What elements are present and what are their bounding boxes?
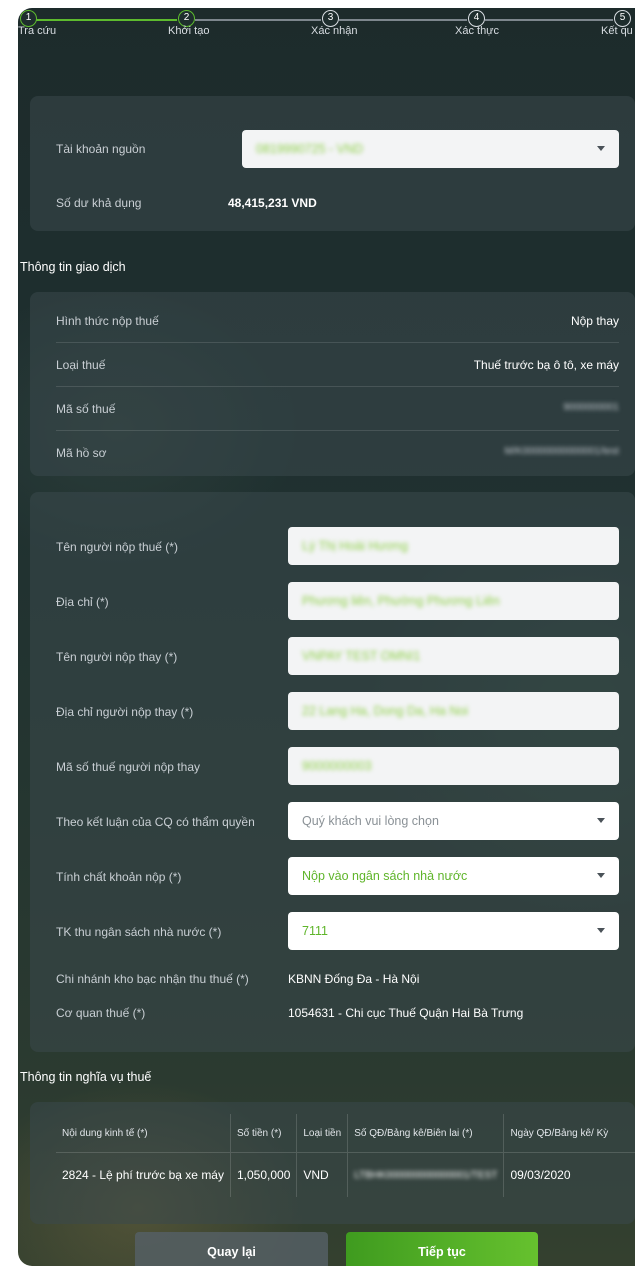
treasury-label: Chi nhánh kho bạc nhận thu thuế (*) — [56, 972, 249, 986]
cell-currency: VND — [296, 1152, 349, 1197]
transaction-card: Hình thức nộp thuế Nộp thay Loại thuế Th… — [30, 292, 635, 476]
balance-value: 48,415,231 VND — [228, 196, 317, 210]
nature-value: Nộp vào ngân sách nhà nước — [302, 869, 468, 883]
cell-decision-no: LTBHK000000000000001/TEST — [347, 1152, 505, 1197]
budget-label: TK thu ngân sách nhà nước (*) — [56, 925, 222, 939]
payer-address-value: 22 Lang Ha, Dong Da, Ha Noi — [302, 704, 469, 718]
conclusion-label: Theo kết luận của CQ có thẩm quyền — [56, 815, 255, 829]
step-5-label: Kết qu — [601, 25, 633, 37]
tax-office-value: 1054631 - Chi cục Thuế Quận Hai Bà Trưng — [288, 1006, 524, 1020]
payer-address-input[interactable]: 22 Lang Ha, Dong Da, Ha Noi — [288, 692, 619, 730]
tax-type-value: Thuế trước bạ ô tô, xe máy — [473, 358, 619, 372]
taxpayer-name-label: Tên người nộp thuế (*) — [56, 540, 178, 554]
conclusion-placeholder: Quý khách vui lòng chọn — [302, 814, 439, 828]
payer-name-label: Tên người nộp thay (*) — [56, 650, 178, 664]
step-connector-1 — [35, 19, 177, 21]
divider — [56, 386, 619, 387]
payer-address-label: Địa chỉ người nộp thay (*) — [56, 705, 194, 719]
record-code-value: M/K00000000000001/test — [504, 446, 619, 457]
tax-method-label: Hình thức nộp thuế — [56, 314, 159, 328]
budget-select[interactable]: 7111 — [288, 912, 619, 950]
step-3-label: Xác nhận — [311, 25, 358, 37]
treasury-value: KBNN Đống Đa - Hà Nội — [288, 972, 420, 986]
column-header: Loại tiền — [296, 1114, 349, 1153]
source-account-label: Tài khoản nguồn — [56, 142, 146, 156]
nature-select[interactable]: Nộp vào ngân sách nhà nước — [288, 857, 619, 895]
obligation-table: Nội dung kinh tế (*) Số tiền (*) Loại ti… — [56, 1114, 635, 1197]
step-connector-2 — [195, 19, 321, 21]
conclusion-select[interactable]: Quý khách vui lòng chọn — [288, 802, 619, 840]
step-2-label: Khởi tạo — [168, 25, 210, 37]
record-code-label: Mã hồ sơ — [56, 446, 107, 460]
back-button[interactable]: Quay lại — [135, 1232, 328, 1266]
taxpayer-name-value: Lý Thị Hoài Hương — [302, 539, 408, 553]
table-row[interactable]: 2824 - Lệ phí trước bạ xe máy 1,050,000 … — [56, 1152, 635, 1197]
payer-name-input[interactable]: VNPAY TEST OMNI1 — [288, 637, 619, 675]
tax-office-label: Cơ quan thuế (*) — [56, 1006, 146, 1020]
payer-tax-input[interactable]: 9000000003 — [288, 747, 619, 785]
payer-tax-value: 9000000003 — [302, 759, 372, 773]
balance-label: Số dư khả dụng — [56, 196, 142, 210]
step-1-label: Tra cứu — [18, 25, 57, 37]
tax-code-label: Mã số thuế — [56, 402, 116, 416]
column-header: Số tiền (*) — [230, 1114, 298, 1153]
app-window: 1 2 3 4 5 Tra cứu Khởi tạo Xác nhận Xác … — [18, 8, 635, 1266]
chevron-down-icon — [597, 146, 605, 151]
tax-method-value: Nộp thay — [570, 314, 619, 328]
address-label: Địa chỉ (*) — [56, 595, 109, 609]
source-account-card: Tài khoản nguồn 0819990725 - VND Số dư k… — [30, 96, 635, 231]
step-connector-4 — [485, 19, 613, 21]
address-input[interactable]: Phương liên, Phường Phương Liên — [288, 582, 619, 620]
nature-label: Tính chất khoản nộp (*) — [56, 870, 182, 884]
stepper: 1 2 3 4 5 Tra cứu Khởi tạo Xác nhận Xác … — [18, 8, 635, 48]
tax-code-value: 9000000001 — [563, 402, 619, 413]
column-header: Ngày QĐ/Bảng kê/ Kỳ — [510, 1127, 609, 1139]
cell-content: 2824 - Lệ phí trước bạ xe máy — [56, 1152, 231, 1197]
chevron-down-icon — [597, 873, 605, 878]
address-value: Phương liên, Phường Phương Liên — [302, 594, 500, 608]
divider — [56, 430, 619, 431]
cell-date: 09/03/2020 — [503, 1152, 635, 1197]
chevron-down-icon — [597, 818, 605, 823]
payer-tax-label: Mã số thuế người nộp thay — [56, 760, 200, 774]
step-connector-3 — [339, 19, 467, 21]
tax-type-label: Loại thuế — [56, 358, 106, 372]
payer-name-value: VNPAY TEST OMNI1 — [302, 649, 421, 663]
cell-amount: 1,050,000 — [230, 1152, 298, 1197]
chevron-down-icon — [597, 928, 605, 933]
divider — [56, 342, 619, 343]
source-account-value: 0819990725 - VND — [256, 142, 364, 156]
step-4-label: Xác thực — [455, 25, 500, 37]
taxpayer-name-input[interactable]: Lý Thị Hoài Hương — [288, 527, 619, 565]
transaction-section-title: Thông tin giao dịch — [20, 260, 126, 274]
table-header-row: Nội dung kinh tế (*) Số tiền (*) Loại ti… — [56, 1114, 635, 1153]
taxpayer-form-card: Tên người nộp thuế (*) Lý Thị Hoài Hương… — [30, 492, 635, 1052]
budget-value: 7111 — [302, 924, 328, 938]
continue-button[interactable]: Tiếp tục — [346, 1232, 538, 1266]
obligation-card: Nội dung kinh tế (*) Số tiền (*) Loại ti… — [30, 1102, 635, 1224]
source-account-select[interactable]: 0819990725 - VND — [242, 130, 619, 168]
column-header: Nội dung kinh tế (*) — [56, 1114, 231, 1153]
obligation-section-title: Thông tin nghĩa vụ thuế — [20, 1070, 152, 1084]
column-header: Số QĐ/Bảng kê/Biên lai (*) — [347, 1114, 505, 1153]
